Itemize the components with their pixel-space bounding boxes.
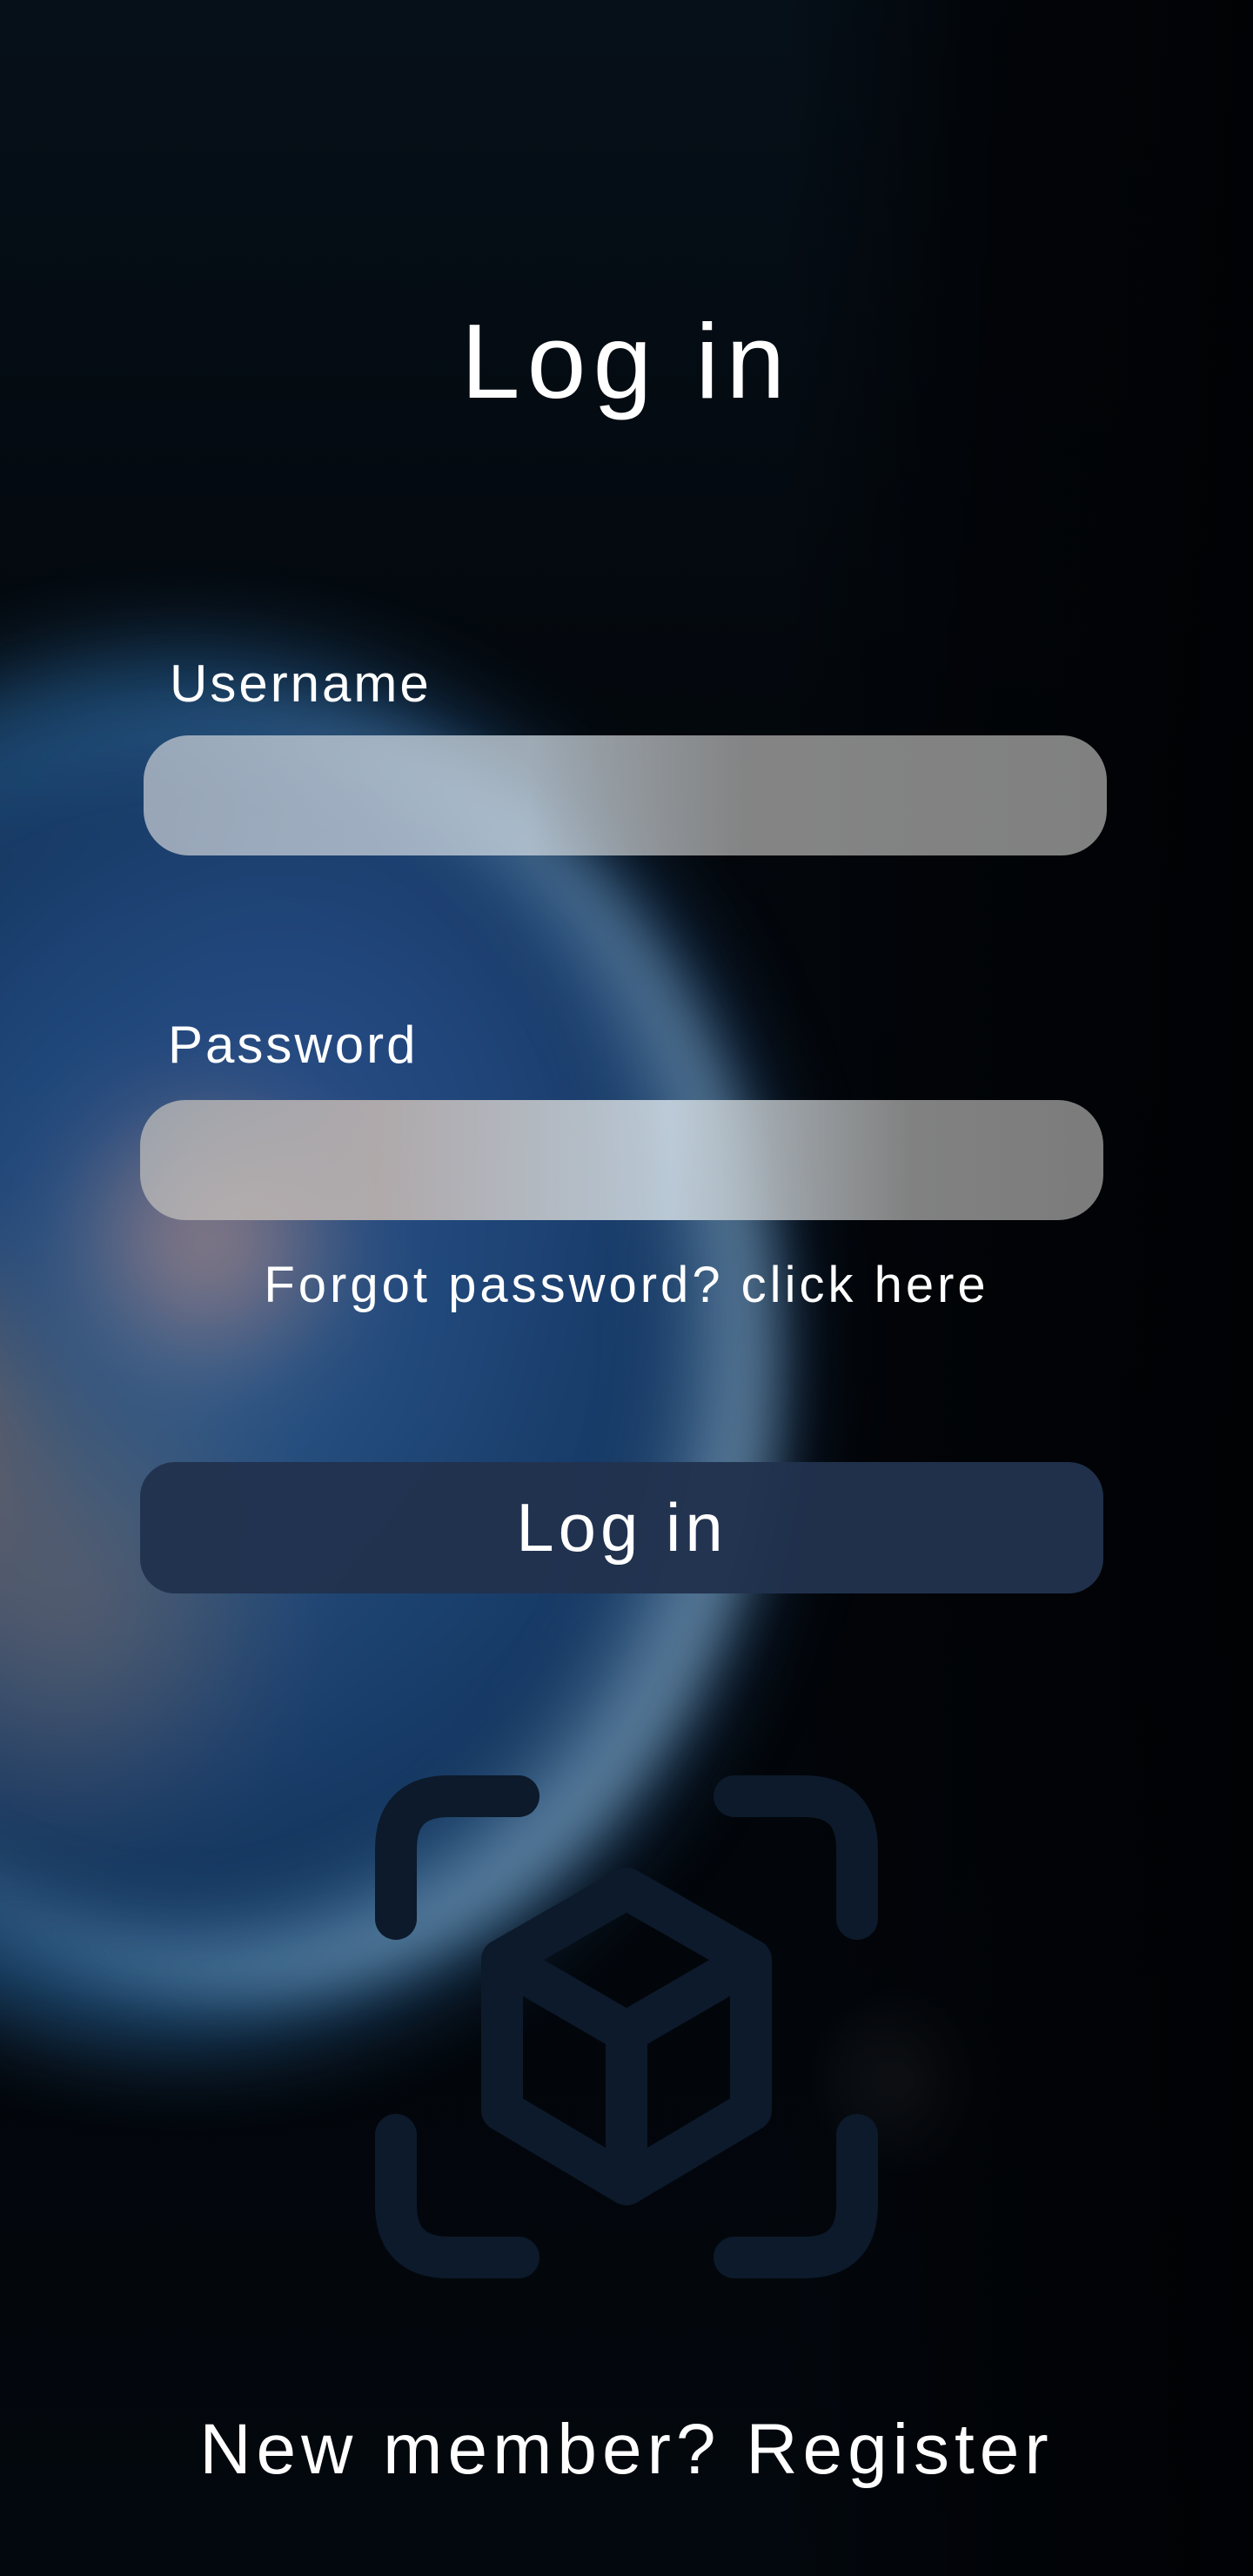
page-title: Log in xyxy=(460,302,793,420)
ar-cube-scan-icon[interactable] xyxy=(375,1775,878,2278)
password-input[interactable] xyxy=(140,1100,1103,1220)
login-button[interactable]: Log in xyxy=(140,1462,1103,1593)
username-label: Username xyxy=(170,654,432,713)
new-member-text: New member? xyxy=(199,2410,721,2489)
login-screen: Log in Username Password Forgot password… xyxy=(0,0,1253,2576)
username-input[interactable] xyxy=(144,735,1107,855)
forgot-password-link[interactable]: Forgot password? click here xyxy=(0,1255,1253,1316)
password-label: Password xyxy=(168,1016,419,1074)
register-prompt: New member? Register xyxy=(0,2406,1253,2493)
register-link[interactable]: Register xyxy=(746,2410,1053,2489)
